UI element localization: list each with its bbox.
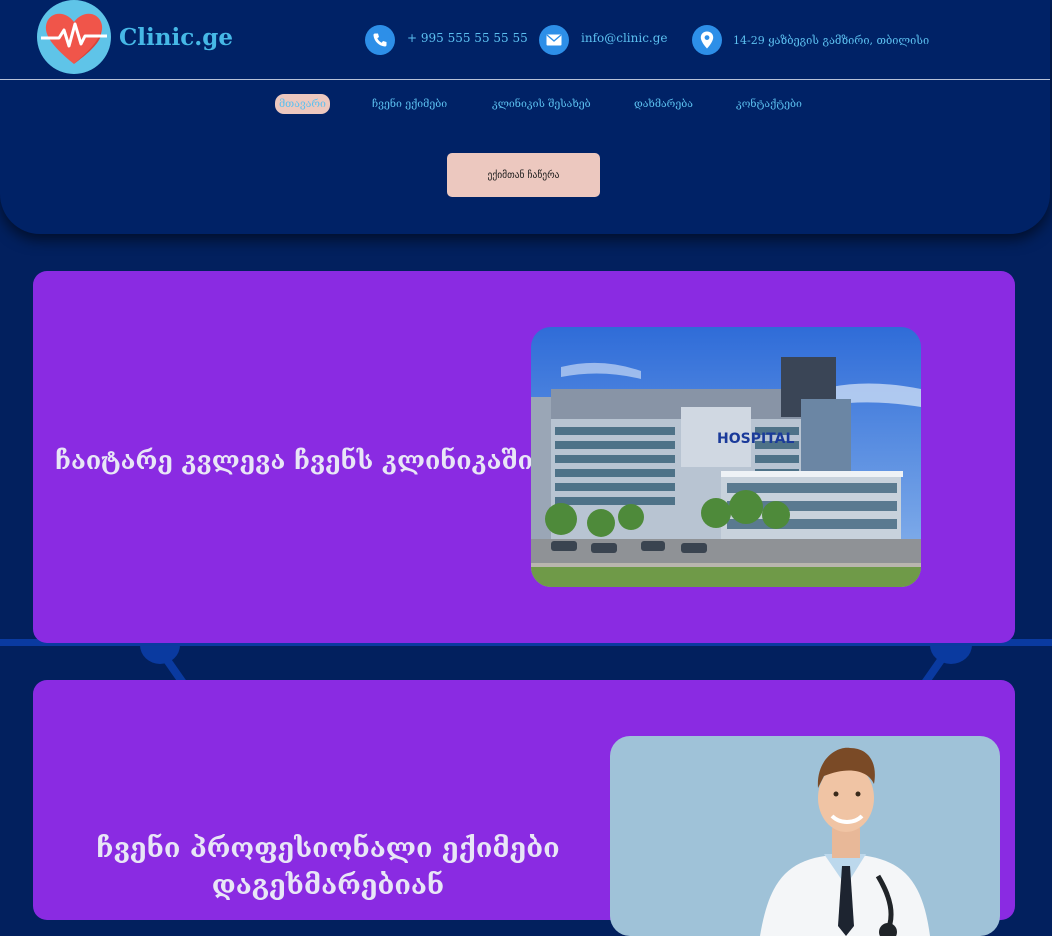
heart-pulse-icon	[41, 13, 107, 64]
contact-email[interactable]: info@clinic.ge	[539, 25, 668, 55]
nav-item-contacts[interactable]: კონტაქტები	[736, 94, 802, 114]
phone-icon	[365, 25, 395, 55]
site-header: Clinic.ge + 995 555 55 55 55 info@clinic…	[0, 0, 1050, 234]
nav-item-help[interactable]: დახმარება	[634, 94, 693, 114]
hospital-sign-text: HOSPITAL	[717, 431, 794, 447]
header-divider	[0, 79, 1050, 80]
research-section: ჩაიტარე კვლევა ჩვენს კლინიკაში HOSPITAL	[33, 271, 1015, 643]
nav-item-doctors[interactable]: ჩვენი ექიმები	[372, 94, 447, 114]
mail-icon	[539, 25, 569, 55]
logo[interactable]	[37, 0, 111, 74]
hospital-building-photo: HOSPITAL	[531, 327, 921, 587]
email-address: info@clinic.ge	[581, 31, 668, 45]
section-title: ჩაიტარე კვლევა ჩვენს კლინიკაში	[55, 446, 533, 475]
phone-number: + 995 555 55 55 55	[407, 31, 528, 45]
section-title: ჩვენი პროფესიონალი ექიმები დაგეხმარებიან	[96, 833, 560, 901]
nav-item-home[interactable]: მთავარი	[275, 94, 330, 114]
book-appointment-button[interactable]: ექიმთან ჩაწერა	[447, 153, 600, 197]
address-text: 14-29 ყაზბეგის გამზირი, თბილისი	[733, 33, 930, 47]
location-pin-icon	[692, 25, 722, 55]
brand-name[interactable]: Clinic.ge	[119, 24, 233, 51]
main-nav: მთავარი ჩვენი ექიმები კლინიკის შესახებ დ…	[0, 94, 1050, 114]
contact-phone[interactable]: + 995 555 55 55 55	[365, 25, 528, 55]
contact-address[interactable]: 14-29 ყაზბეგის გამზირი, თბილისი	[692, 25, 929, 55]
nav-item-about[interactable]: კლინიკის შესახებ	[492, 94, 591, 114]
doctors-section: ჩვენი პროფესიონალი ექიმები დაგეხმარებიან	[33, 680, 1015, 936]
smiling-doctor-photo	[610, 736, 1000, 936]
